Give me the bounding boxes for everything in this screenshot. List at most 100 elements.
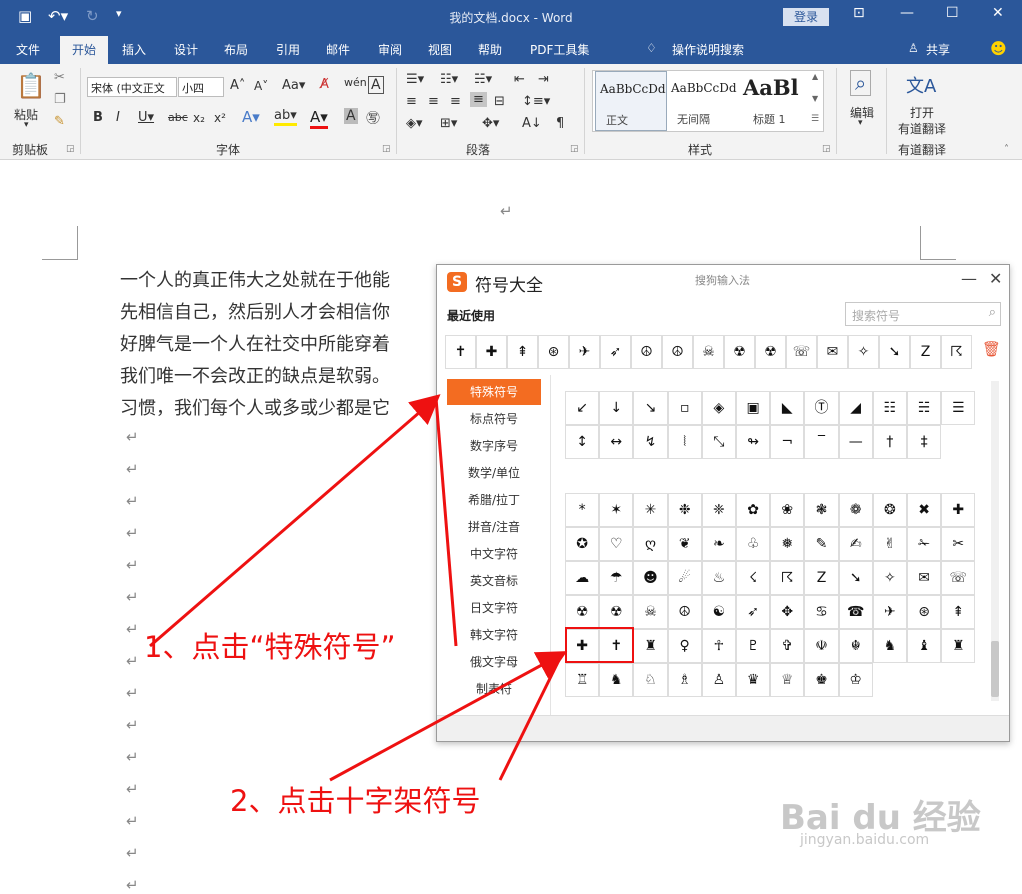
sort-icon[interactable]: A↓ xyxy=(522,116,542,131)
symbol-cell[interactable]: ▣ xyxy=(736,391,771,425)
symbol-cell[interactable]: ◣ xyxy=(770,391,805,425)
dialog-minimize-icon[interactable]: — xyxy=(961,269,977,288)
share-button[interactable]: 共享 xyxy=(926,41,950,58)
document-line-4[interactable]: 我们唯一不会改正的缺点是软弱。 xyxy=(120,362,390,388)
close-icon[interactable]: ✕ xyxy=(992,5,1004,21)
align-left-icon[interactable]: ≡ xyxy=(406,94,417,109)
document-line-1[interactable]: 一个人的真正伟大之处就在于他能 xyxy=(120,266,390,292)
chinese-layout-icon[interactable]: ✥▾ xyxy=(482,116,499,131)
symbol-cell[interactable]: ✉ xyxy=(907,561,942,595)
symbol-cell[interactable]: ♗ xyxy=(667,663,702,697)
change-case-icon[interactable]: Aa▾ xyxy=(282,78,305,93)
translate-open-button[interactable]: 打开 xyxy=(910,104,934,121)
symbol-cell[interactable]: ❧ xyxy=(701,527,736,561)
font-launcher-icon[interactable]: ◲ xyxy=(382,144,391,154)
symbol-cell[interactable]: ♔ xyxy=(838,663,873,697)
recent-symbol-cell[interactable]: ☮ xyxy=(662,335,693,369)
enclose-characters-icon[interactable]: ㊢ xyxy=(366,108,380,128)
align-center-icon[interactable]: ≡ xyxy=(428,94,439,109)
styles-more-icon[interactable]: ☰ xyxy=(811,114,819,124)
symbol-cell[interactable]: ✍ xyxy=(838,527,873,561)
symbol-cell[interactable]: ↓ xyxy=(599,391,634,425)
borders-icon[interactable]: ⊞▾ xyxy=(440,116,457,131)
symbol-cell[interactable]: ☫ xyxy=(804,629,839,663)
styles-launcher-icon[interactable]: ◲ xyxy=(822,144,831,154)
shading-icon[interactable]: ◈▾ xyxy=(406,116,423,131)
symbol-cell[interactable]: ☥ xyxy=(701,629,736,663)
symbol-cell[interactable]: ❁ xyxy=(838,493,873,527)
tab-mailings[interactable]: 邮件 xyxy=(326,41,350,58)
recent-symbol-cell[interactable]: ✝ xyxy=(445,335,476,369)
bold-icon[interactable]: B xyxy=(93,110,103,125)
symbol-cell[interactable]: ✚ xyxy=(941,493,976,527)
tab-design[interactable]: 设计 xyxy=(174,41,198,58)
symbol-cell[interactable]: ✿ xyxy=(736,493,771,527)
superscript-icon[interactable]: x² xyxy=(214,111,226,125)
scrollbar-thumb[interactable] xyxy=(991,641,999,697)
italic-icon[interactable]: I xyxy=(116,110,120,125)
category-item[interactable]: 日文字符 xyxy=(447,595,541,621)
symbol-cell[interactable]: ✪ xyxy=(565,527,600,561)
symbol-cell[interactable]: ♞ xyxy=(599,663,634,697)
symbol-cell[interactable]: ☻ xyxy=(633,561,668,595)
symbol-cell[interactable]: ♕ xyxy=(770,663,805,697)
recent-symbol-cell[interactable]: ⇞ xyxy=(507,335,538,369)
symbol-cell[interactable]: ❉ xyxy=(667,493,702,527)
tab-insert[interactable]: 插入 xyxy=(122,41,146,58)
strikethrough-icon[interactable]: abc xyxy=(168,111,188,124)
share-icon[interactable]: ♙ xyxy=(908,41,919,55)
recent-symbol-cell[interactable]: ✚ xyxy=(476,335,507,369)
symbol-cell[interactable]: ⊛ xyxy=(907,595,942,629)
symbol-cell[interactable]: ☵ xyxy=(907,391,942,425)
search-icon[interactable]: ⌕ xyxy=(989,305,996,320)
shrink-font-icon[interactable]: A˅ xyxy=(254,79,268,93)
minimize-icon[interactable]: — xyxy=(900,5,914,21)
symbol-cell[interactable]: ‡ xyxy=(907,425,942,459)
symbol-cell[interactable]: ✖ xyxy=(907,493,942,527)
category-item[interactable]: 英文音标 xyxy=(447,568,541,594)
font-color-icon[interactable]: A▾ xyxy=(310,108,328,129)
tab-review[interactable]: 审阅 xyxy=(378,41,402,58)
symbol-search-input[interactable]: 搜索符号 ⌕ xyxy=(845,302,1001,326)
symbol-cell[interactable]: ♝ xyxy=(907,629,942,663)
symbol-cell[interactable]: ♜ xyxy=(941,629,976,663)
symbol-cell[interactable]: ♞ xyxy=(872,629,907,663)
tab-layout[interactable]: 布局 xyxy=(224,41,248,58)
symbol-scrollbar[interactable] xyxy=(991,381,999,701)
styles-scroll-up-icon[interactable]: ▲ xyxy=(812,72,818,81)
symbol-cell[interactable]: ✳ xyxy=(633,493,668,527)
symbol-cell[interactable]: ➶ xyxy=(736,595,771,629)
tab-view[interactable]: 视图 xyxy=(428,41,452,58)
symbol-cell[interactable]: ☢ xyxy=(599,595,634,629)
category-item[interactable]: 标点符号 xyxy=(447,406,541,432)
recent-symbol-cell[interactable]: ✈ xyxy=(569,335,600,369)
symbol-cell[interactable]: ✌ xyxy=(872,527,907,561)
symbol-cell[interactable]: † xyxy=(872,425,907,459)
symbol-cell[interactable]: ♘ xyxy=(633,663,668,697)
font-name-select[interactable]: 宋体 (中文正文 xyxy=(87,77,177,97)
copy-icon[interactable]: ❐ xyxy=(54,92,66,107)
category-item[interactable]: 特殊符号 xyxy=(447,379,541,405)
symbol-cell[interactable]: ⤡ xyxy=(701,425,736,459)
symbol-cell[interactable]: ↯ xyxy=(633,425,668,459)
symbol-cell[interactable]: ♀ xyxy=(667,629,702,663)
style-no-spacing[interactable]: AaBbCcDd 无间隔 xyxy=(667,71,739,131)
symbol-cell[interactable]: ♧ xyxy=(736,527,771,561)
symbol-cell[interactable]: ❦ xyxy=(667,527,702,561)
symbol-cell[interactable]: ‾ xyxy=(804,425,839,459)
symbol-cell[interactable]: ⦚ xyxy=(667,425,702,459)
underline-icon[interactable]: U▾ xyxy=(138,110,154,125)
decrease-indent-icon[interactable]: ⇤ xyxy=(514,72,525,87)
text-effects-icon[interactable]: A▾ xyxy=(242,108,260,126)
category-item[interactable]: 数字序号 xyxy=(447,433,541,459)
recent-symbol-cell[interactable]: ☢ xyxy=(724,335,755,369)
symbol-cell[interactable]: ✁ xyxy=(907,527,942,561)
clear-format-icon[interactable]: A̸ xyxy=(320,77,329,92)
recent-symbol-cell[interactable]: ☏ xyxy=(786,335,817,369)
show-marks-icon[interactable]: ¶ xyxy=(556,116,564,131)
symbol-cell[interactable]: ღ xyxy=(633,527,668,561)
symbol-cell[interactable]: ☬ xyxy=(838,629,873,663)
symbol-cell[interactable]: ♇ xyxy=(736,629,771,663)
symbol-cell[interactable]: ¬ xyxy=(770,425,805,459)
bullets-icon[interactable]: ☰▾ xyxy=(406,72,424,87)
